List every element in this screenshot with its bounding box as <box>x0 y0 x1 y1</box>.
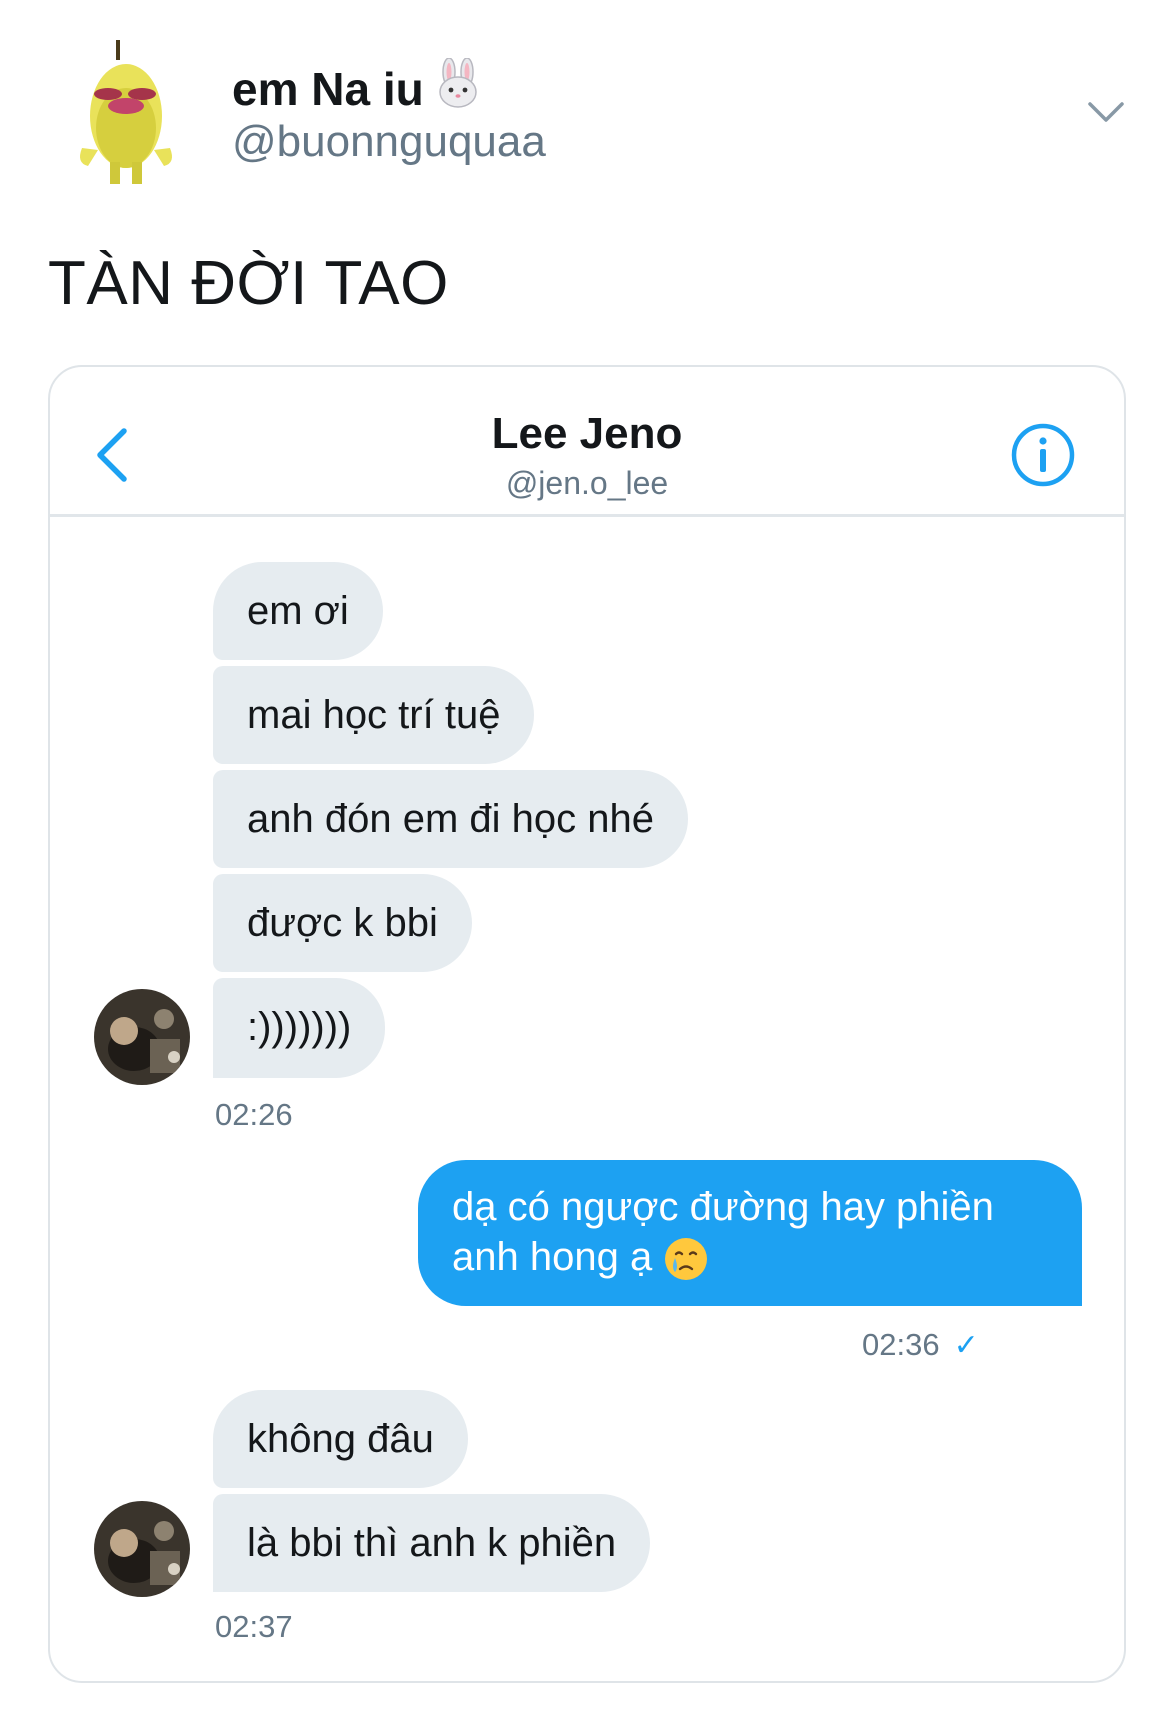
chevron-down-icon[interactable] <box>1086 92 1126 132</box>
contact-handle: @jen.o_lee <box>505 465 669 501</box>
author-avatar[interactable] <box>74 38 178 188</box>
my-message-bubble[interactable]: dạ có ngược đường hay phiền anh hong ạ <box>418 1160 1082 1306</box>
author-handle[interactable]: @buonnguquaa <box>232 117 546 167</box>
message-bubble[interactable]: là bbi thì anh k phiền <box>213 1494 651 1592</box>
dm-header: Lee Jeno @jen.o_lee <box>50 367 1124 517</box>
read-receipt-icon: ✓ <box>953 1328 979 1362</box>
crying-face-icon <box>663 1236 709 1282</box>
message-bubble[interactable]: :))))))) <box>213 978 386 1078</box>
timestamp-text: 02:36 <box>862 1327 940 1362</box>
contact-name[interactable]: Lee Jeno <box>50 409 1124 459</box>
contact-avatar[interactable] <box>94 989 190 1085</box>
author-name-text: em Na iu <box>232 62 424 115</box>
dm-screenshot-card[interactable]: Lee Jeno @jen.o_lee em ơi mai học trí tu… <box>48 365 1126 1683</box>
message-bubble[interactable]: anh đón em đi học nhé <box>213 770 688 868</box>
message-bubble[interactable]: không đâu <box>213 1390 468 1488</box>
timestamp: 02:37 <box>215 1609 293 1644</box>
tweet-page: em Na iu @buonnguquaa TÀN ĐỜI TAO Lee Je… <box>0 0 1170 1731</box>
message-bubble[interactable]: em ơi <box>213 562 383 660</box>
message-bubble[interactable]: mai học trí tuệ <box>213 666 535 764</box>
message-bubble[interactable]: được k bbi <box>213 874 472 972</box>
my-message-text: dạ có ngược đường hay phiền anh hong ạ <box>452 1185 994 1279</box>
timestamp: 02:36 ✓ <box>862 1327 979 1363</box>
contact-avatar[interactable] <box>94 1501 190 1597</box>
timestamp: 02:26 <box>215 1097 293 1132</box>
info-icon[interactable] <box>1010 422 1076 488</box>
author-name[interactable]: em Na iu <box>232 57 482 119</box>
rabbit-face-icon <box>434 57 482 119</box>
tweet-text: TÀN ĐỜI TAO <box>48 249 449 318</box>
